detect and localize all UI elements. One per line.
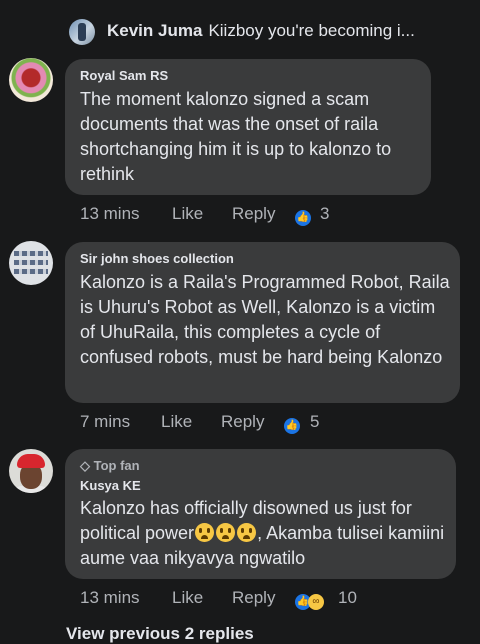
avatar[interactable] — [9, 241, 53, 285]
badge-label: Top fan — [93, 458, 140, 473]
crying-face-emoji — [237, 523, 257, 542]
comment-author[interactable]: Sir john shoes collection — [80, 251, 234, 266]
reply-button[interactable]: Reply — [221, 412, 264, 432]
comment-author[interactable]: Kusya KE — [80, 478, 141, 493]
comment-time[interactable]: 13 mins — [80, 204, 140, 224]
like-button[interactable]: Like — [161, 412, 192, 432]
diamond-icon: ◇ — [80, 458, 90, 473]
like-button[interactable]: Like — [172, 588, 203, 608]
reply-author-avatar[interactable] — [69, 19, 95, 45]
comment-text: Kalonzo is a Raila's Programmed Robot, R… — [80, 272, 450, 367]
reaction-summary[interactable]: 👍 ∞ — [295, 591, 324, 610]
reaction-summary[interactable]: 👍 — [284, 415, 300, 434]
avatar[interactable] — [9, 58, 53, 102]
reaction-count[interactable]: 3 — [320, 204, 329, 224]
comment-text: The moment kalonzo signed a scam documen… — [80, 89, 392, 184]
reply-author-name[interactable]: Kevin Juma — [107, 21, 202, 40]
like-button[interactable]: Like — [172, 204, 203, 224]
reaction-count[interactable]: 5 — [310, 412, 319, 432]
comment-text: Kalonzo has officially disowned us just … — [80, 496, 452, 571]
haha-icon: ∞ — [308, 594, 324, 610]
reply-preview[interactable]: Kevin Juma Kiizboy you're becoming i... — [107, 21, 467, 41]
comment-time[interactable]: 13 mins — [80, 588, 140, 608]
view-previous-replies-link[interactable]: View previous 2 replies — [66, 624, 254, 644]
reply-button[interactable]: Reply — [232, 588, 275, 608]
reaction-summary[interactable]: 👍 — [295, 207, 311, 226]
comment-author[interactable]: Royal Sam RS — [80, 68, 168, 83]
reply-button[interactable]: Reply — [232, 204, 275, 224]
like-icon: 👍 — [284, 418, 300, 434]
like-icon: 👍 — [295, 210, 311, 226]
comment-time[interactable]: 7 mins — [80, 412, 130, 432]
crying-face-emoji — [195, 523, 215, 542]
top-fan-badge: ◇ Top fan — [80, 458, 140, 474]
avatar[interactable] — [9, 449, 53, 493]
reply-preview-text: Kiizboy you're becoming i... — [208, 21, 415, 40]
reaction-count[interactable]: 10 — [338, 588, 357, 608]
crying-face-emoji — [216, 523, 236, 542]
